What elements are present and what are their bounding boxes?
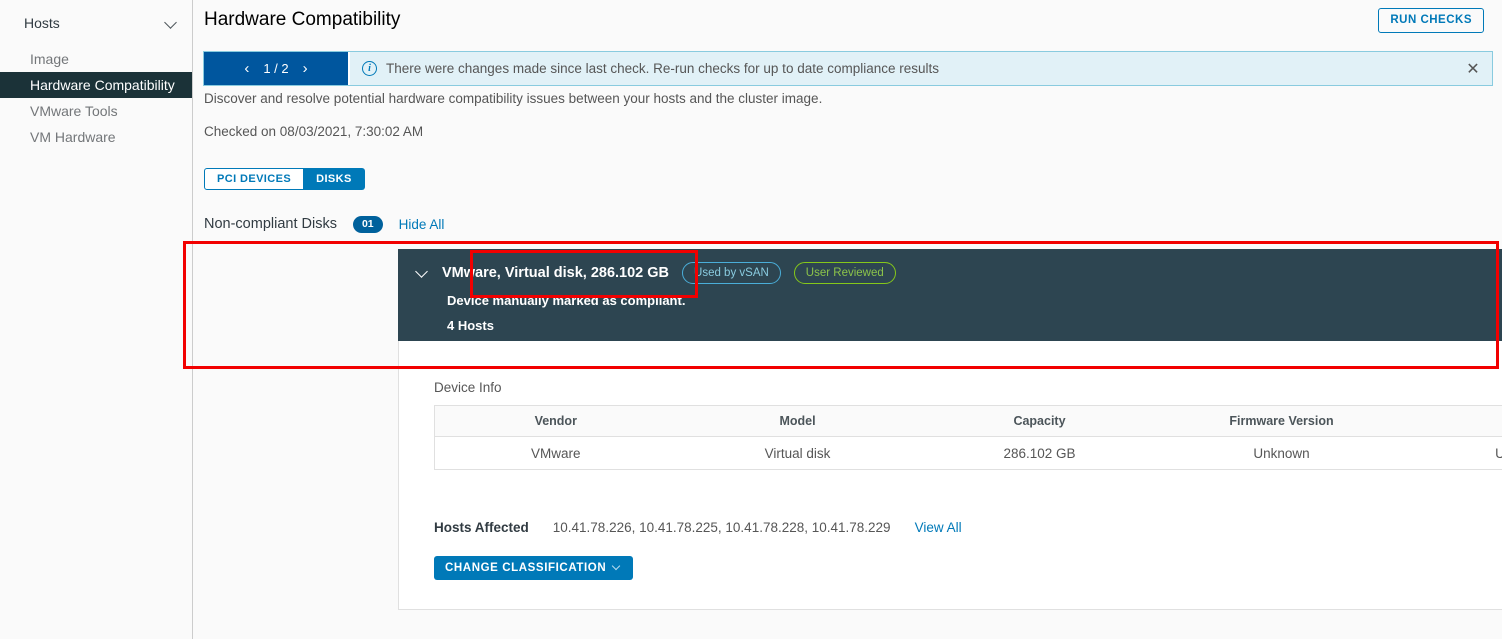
page-description: Discover and resolve potential hardware … [204, 91, 823, 106]
hide-all-link[interactable]: Hide All [399, 217, 445, 232]
sidebar-item-label: VM Hardware [30, 129, 116, 145]
run-checks-button[interactable]: RUN CHECKS [1378, 7, 1484, 33]
change-classification-label: CHANGE CLASSIFICATION [445, 562, 607, 574]
sidebar-group-label: Hosts [24, 15, 60, 31]
view-all-link[interactable]: View All [915, 520, 962, 535]
column-header-capacity: Capacity [918, 405, 1161, 437]
disk-summary-panel[interactable]: VMware, Virtual disk, 286.102 GB Used by… [398, 249, 1502, 341]
notification-message: There were changes made since last check… [386, 61, 940, 76]
cell-capacity: 286.102 GB [1003, 445, 1076, 461]
badge-user-reviewed: User Reviewed [793, 262, 896, 285]
cell-vendor: VMware [530, 445, 581, 461]
close-icon[interactable]: ✕ [1454, 52, 1492, 85]
chevron-left-icon[interactable]: ‹ [244, 61, 249, 76]
notification-pager: ‹ 1 / 2 › [204, 52, 350, 85]
disk-detail-content: Device Info Vendor Model Capacity Firmwa… [399, 341, 1502, 580]
hardware-compatibility-page: Hosts Image Hardware Compatibility VMwar… [0, 0, 1502, 639]
sidebar-item-label: Image [30, 51, 69, 67]
sidebar-item-image[interactable]: Image [0, 46, 192, 72]
device-info-label: Device Info [434, 380, 502, 395]
change-classification-button[interactable]: CHANGE CLASSIFICATION [434, 556, 634, 580]
badge-used-by-vsan: Used by vSAN [682, 262, 781, 285]
disk-status-note: Device manually marked as compliant. [447, 293, 686, 309]
page-title: Hardware Compatibility [204, 9, 401, 30]
disk-summary-content: VMware, Virtual disk, 286.102 GB Used by… [398, 249, 1502, 333]
sidebar: Hosts Image Hardware Compatibility VMwar… [0, 0, 193, 639]
hosts-affected-row: Hosts Affected 10.41.78.226, 10.41.78.22… [434, 520, 1502, 535]
tab-disks[interactable]: DISKS [304, 168, 365, 190]
notification-body: i There were changes made since last che… [350, 52, 1454, 85]
sidebar-item-label: VMware Tools [30, 103, 118, 119]
noncompliant-label: Non-compliant Disks [204, 216, 337, 233]
column-header-model: Model [676, 405, 919, 437]
table-row: VMware Virtual disk 286.102 GB Unknown U… [435, 437, 1502, 470]
cell-part-number: Unknown [1495, 445, 1502, 461]
noncompliant-header: Non-compliant Disks 01 Hide All [204, 216, 444, 233]
chevron-down-icon [613, 564, 622, 573]
column-header-firmware-version: Firmware Version [1160, 405, 1403, 437]
page-indicator: 1 / 2 [263, 61, 289, 76]
hosts-affected-label: Hosts Affected [434, 520, 529, 535]
sidebar-item-hardware-compatibility[interactable]: Hardware Compatibility [0, 72, 192, 98]
chevron-down-icon[interactable] [416, 267, 429, 280]
main-content: Hardware Compatibility RUN CHECKS ‹ 1 / … [193, 0, 1502, 639]
column-header-part-number: Part # [1402, 405, 1502, 437]
disk-hosts-count: 4 Hosts [447, 318, 494, 334]
notification-bar: ‹ 1 / 2 › i There were changes made sinc… [203, 51, 1493, 86]
table-header-row: Vendor Model Capacity Firmware Version P… [434, 405, 1502, 437]
chevron-right-icon[interactable]: › [303, 61, 308, 76]
sidebar-item-label: Hardware Compatibility [30, 77, 175, 93]
sidebar-item-vmware-tools[interactable]: VMware Tools [0, 98, 192, 124]
disk-title-row: VMware, Virtual disk, 286.102 GB Used by… [416, 262, 1502, 285]
disk-detail-card: Device Info Vendor Model Capacity Firmwa… [398, 341, 1502, 610]
noncompliant-count-badge: 01 [352, 216, 383, 233]
disk-title: VMware, Virtual disk, 286.102 GB [442, 265, 670, 282]
cell-firmware-version: Unknown [1253, 445, 1310, 461]
chevron-down-icon[interactable] [164, 16, 178, 30]
hosts-affected-value: 10.41.78.226, 10.41.78.225, 10.41.78.228… [552, 520, 891, 535]
tab-pci-devices[interactable]: PCI DEVICES [204, 168, 305, 190]
sidebar-item-vm-hardware[interactable]: VM Hardware [0, 124, 192, 150]
cell-model: Virtual disk [764, 445, 831, 461]
column-header-vendor: Vendor [434, 405, 677, 437]
device-type-tabs: PCI DEVICES DISKS [204, 168, 365, 190]
info-circle-icon: i [362, 61, 377, 76]
checked-on-text: Checked on 08/03/2021, 7:30:02 AM [204, 124, 424, 139]
sidebar-group-hosts[interactable]: Hosts [0, 0, 192, 46]
device-info-table: Vendor Model Capacity Firmware Version P… [434, 405, 1502, 470]
page-header: Hardware Compatibility RUN CHECKS [193, 0, 1502, 40]
